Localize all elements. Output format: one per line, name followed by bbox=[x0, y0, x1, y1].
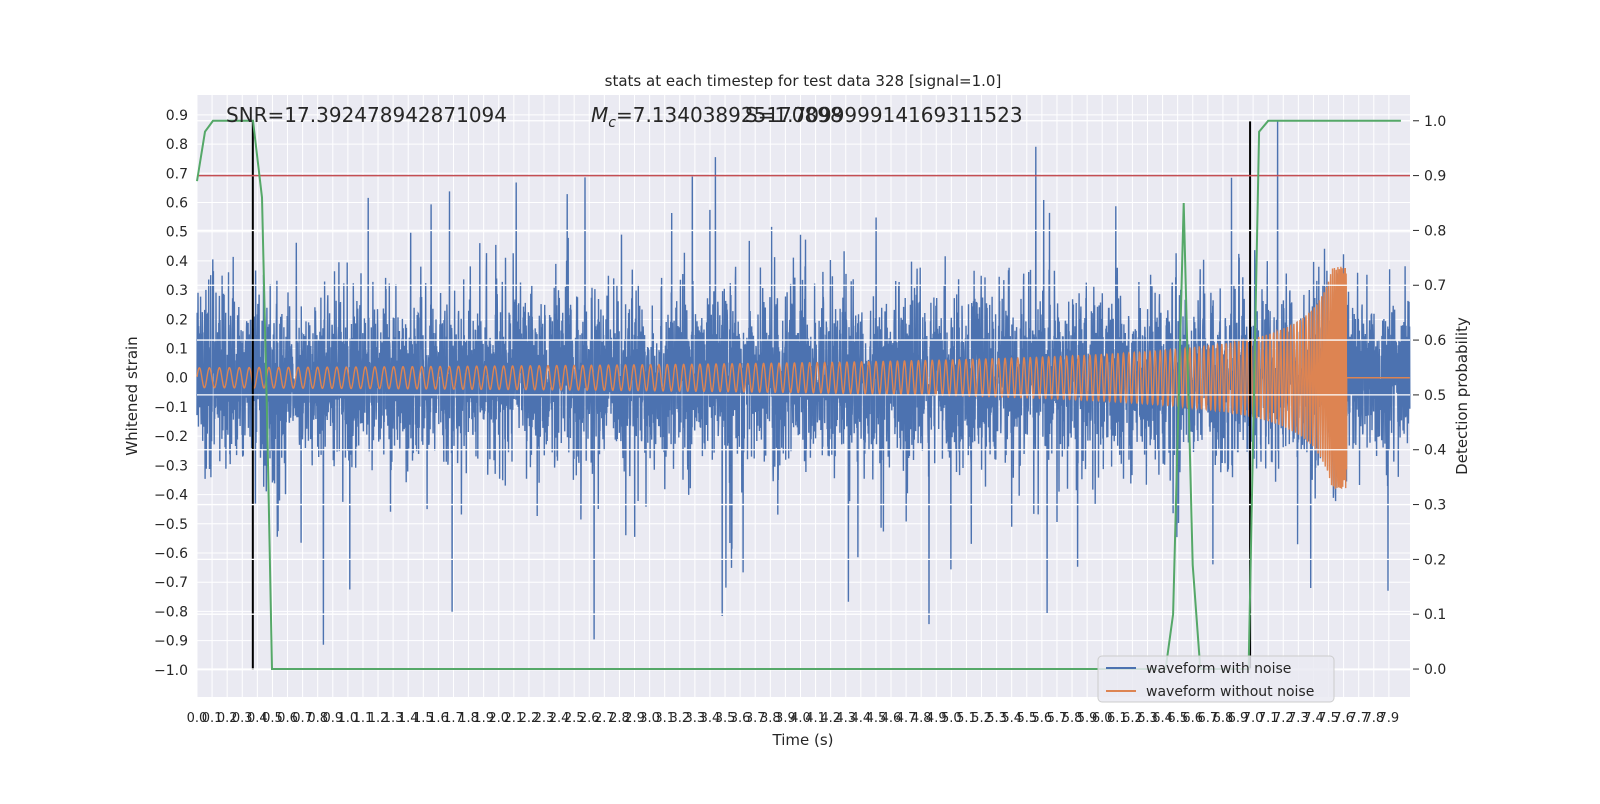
y-left-tick-label: 0.0 bbox=[166, 371, 188, 387]
y-left-tick-label: 0.7 bbox=[166, 166, 188, 182]
y-left-tick-label: 0.8 bbox=[166, 137, 188, 153]
x-tick-labels: 0.00.10.20.30.40.50.60.70.80.91.01.11.21… bbox=[187, 711, 1400, 726]
legend: waveform with noise waveform without noi… bbox=[1098, 656, 1334, 702]
y-left-tick-label: 0.2 bbox=[166, 312, 188, 328]
y-left-tick-label: −0.9 bbox=[154, 634, 188, 650]
y-left-tick-label: 0.6 bbox=[166, 195, 188, 211]
mc-symbol: M bbox=[591, 103, 608, 127]
y-left-tick-label: −0.6 bbox=[154, 546, 188, 562]
chart-title: stats at each timestep for test data 328… bbox=[605, 72, 1002, 90]
y-left-tick-label: −1.0 bbox=[154, 663, 188, 679]
y-right-tick-label: 0.6 bbox=[1424, 333, 1446, 349]
y-right-tick-label: 0.7 bbox=[1424, 278, 1446, 294]
y-left-tick-label: −0.4 bbox=[154, 488, 188, 504]
legend-label-clean: waveform without noise bbox=[1146, 684, 1314, 700]
y-right-axis-label: Detection probability bbox=[1453, 317, 1471, 475]
y-right-tick-label: 0.8 bbox=[1424, 223, 1446, 239]
chart: 0.00.10.20.30.40.50.60.70.80.91.01.11.21… bbox=[0, 0, 1600, 800]
y-left-tick-label: −0.2 bbox=[154, 429, 188, 445]
y-right-tick-label: 0.0 bbox=[1424, 662, 1446, 678]
y-left-tick-label: 0.5 bbox=[166, 225, 188, 241]
y-right-tick-label: 1.0 bbox=[1424, 114, 1446, 130]
y-left-tick-label: −0.8 bbox=[154, 604, 188, 620]
y-right-tick-label: 0.3 bbox=[1424, 498, 1446, 514]
legend-label-noise: waveform with noise bbox=[1146, 661, 1291, 677]
overlap-annotation: S=1.709999914169311523 bbox=[745, 103, 1023, 127]
y-right-tick-label: 0.2 bbox=[1424, 552, 1446, 568]
y-left-tick-label: 0.3 bbox=[166, 283, 188, 299]
y-right-tick-label: 0.9 bbox=[1424, 169, 1446, 185]
y-left-tick-label: −0.1 bbox=[154, 400, 188, 416]
y-left-tick-label: 0.1 bbox=[166, 342, 188, 358]
x-tick-label: 7.9 bbox=[1379, 711, 1400, 726]
y-left-tick-label: −0.5 bbox=[154, 517, 188, 533]
y-left-tick-label: −0.3 bbox=[154, 458, 188, 474]
y-right-tick-label: 0.5 bbox=[1424, 388, 1446, 404]
y-left-tick-label: 0.9 bbox=[166, 108, 188, 124]
snr-annotation: SNR=17.392478942871094 bbox=[226, 103, 507, 127]
y-right-tick-label: 0.4 bbox=[1424, 443, 1446, 459]
y-left-tick-labels: 0.9 0.8 0.7 0.6 0.5 0.4 0.3 0.2 0.1 0.0 −0.1 −0.2 −0… bbox=[154, 108, 188, 679]
y-right-tick-label: 0.1 bbox=[1424, 607, 1446, 623]
y-left-axis-label: Whitened strain bbox=[123, 336, 141, 455]
y-right-tick-labels: 1.0 0.9 0.8 0.7 0.6 0.5 0.4 0.3 0.2 0.1 0.0 bbox=[1413, 114, 1446, 678]
y-left-tick-label: 0.4 bbox=[166, 254, 188, 270]
y-left-tick-label: −0.7 bbox=[154, 575, 188, 591]
x-axis-label: Time (s) bbox=[772, 731, 834, 749]
